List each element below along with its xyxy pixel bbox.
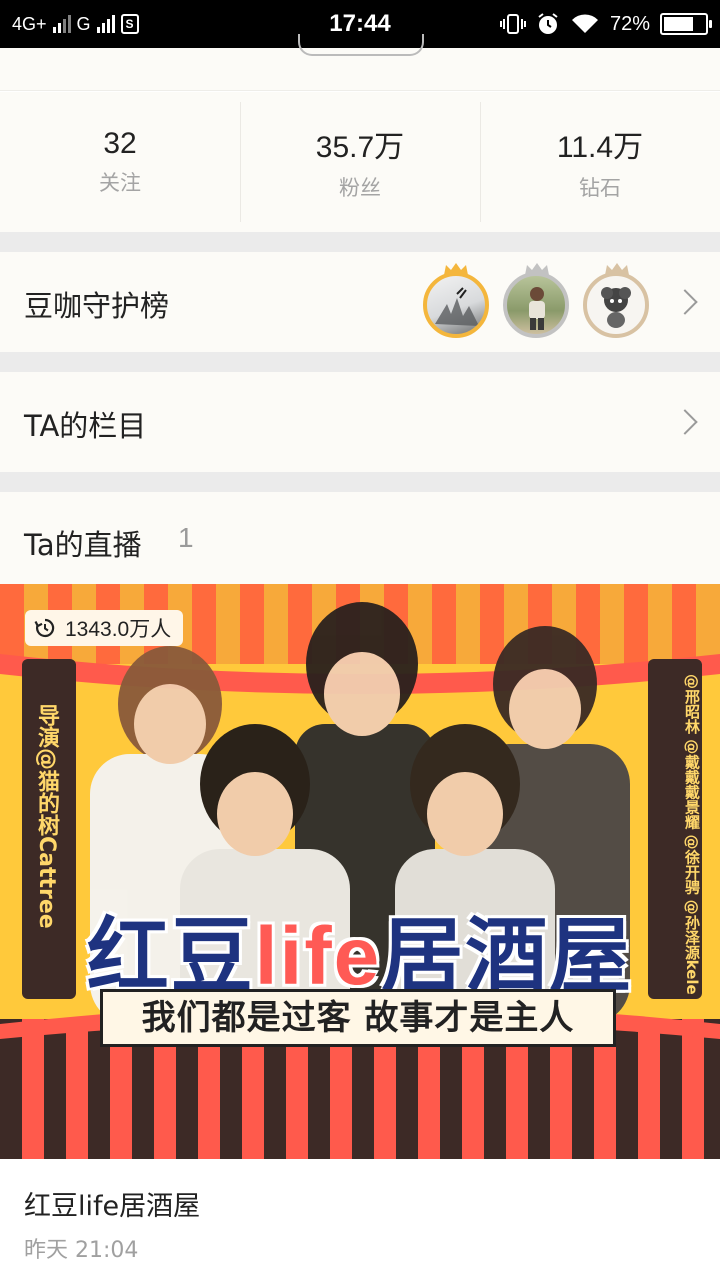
guard-ranking-title: 豆咖守护榜: [24, 289, 170, 323]
columns-title: TA的栏目: [24, 409, 147, 443]
vibrate-icon: [499, 14, 526, 34]
stat-value: 11.4万: [556, 131, 644, 164]
stat-following[interactable]: 32 关注: [0, 92, 240, 232]
section-divider: [0, 352, 720, 372]
battery-icon: [660, 13, 712, 35]
view-count-badge: 1343.0万人: [25, 610, 184, 646]
live-item-time: 昨天 21:04: [24, 1238, 139, 1263]
status-right: 72%: [499, 0, 712, 48]
live-item-title[interactable]: 红豆life居酒屋: [24, 1184, 200, 1223]
chevron-right-icon[interactable]: [672, 289, 698, 315]
guard-avatar-3[interactable]: [583, 272, 649, 338]
profile-stats: 32 关注 35.7万 粉丝 11.4万 钻石: [0, 92, 720, 232]
stat-diamonds[interactable]: 11.4万 钻石: [480, 92, 720, 232]
stat-label: 关注: [99, 171, 141, 195]
follow-button-edge[interactable]: [298, 34, 424, 56]
live-count: 1: [178, 522, 194, 553]
cover-artwork: [0, 584, 720, 1159]
section-divider: [0, 232, 720, 252]
columns-row[interactable]: TA的栏目: [0, 372, 720, 472]
wifi-icon: [571, 14, 598, 33]
alarm-icon: [538, 13, 558, 34]
header-strip: [0, 34, 720, 91]
stat-label: 钻石: [579, 176, 621, 200]
stat-fans[interactable]: 35.7万 粉丝: [240, 92, 480, 232]
stat-value: 35.7万: [315, 131, 405, 164]
view-count: 1343.0万人: [65, 618, 172, 641]
guard-ranking-row[interactable]: 豆咖守护榜: [0, 252, 720, 352]
section-divider: [0, 472, 720, 492]
guard-avatar-2[interactable]: [503, 272, 569, 338]
battery-percent: 72%: [609, 12, 650, 35]
live-section-title: Ta的直播: [24, 528, 142, 562]
live-section-header: Ta的直播 1: [0, 492, 720, 584]
banner-subtitle: 我们都是过客 故事才是主人: [100, 989, 616, 1047]
guard-avatar-1[interactable]: [423, 272, 489, 338]
live-cover-image[interactable]: 导演@猫的树Cattree @邢昭林 @戴戴戴景耀 @徐开骋 @孙泽源kele …: [0, 584, 720, 1159]
stat-value: 32: [103, 127, 137, 160]
replay-icon: [34, 618, 55, 638]
stat-label: 粉丝: [339, 176, 381, 200]
chevron-right-icon[interactable]: [672, 409, 698, 435]
